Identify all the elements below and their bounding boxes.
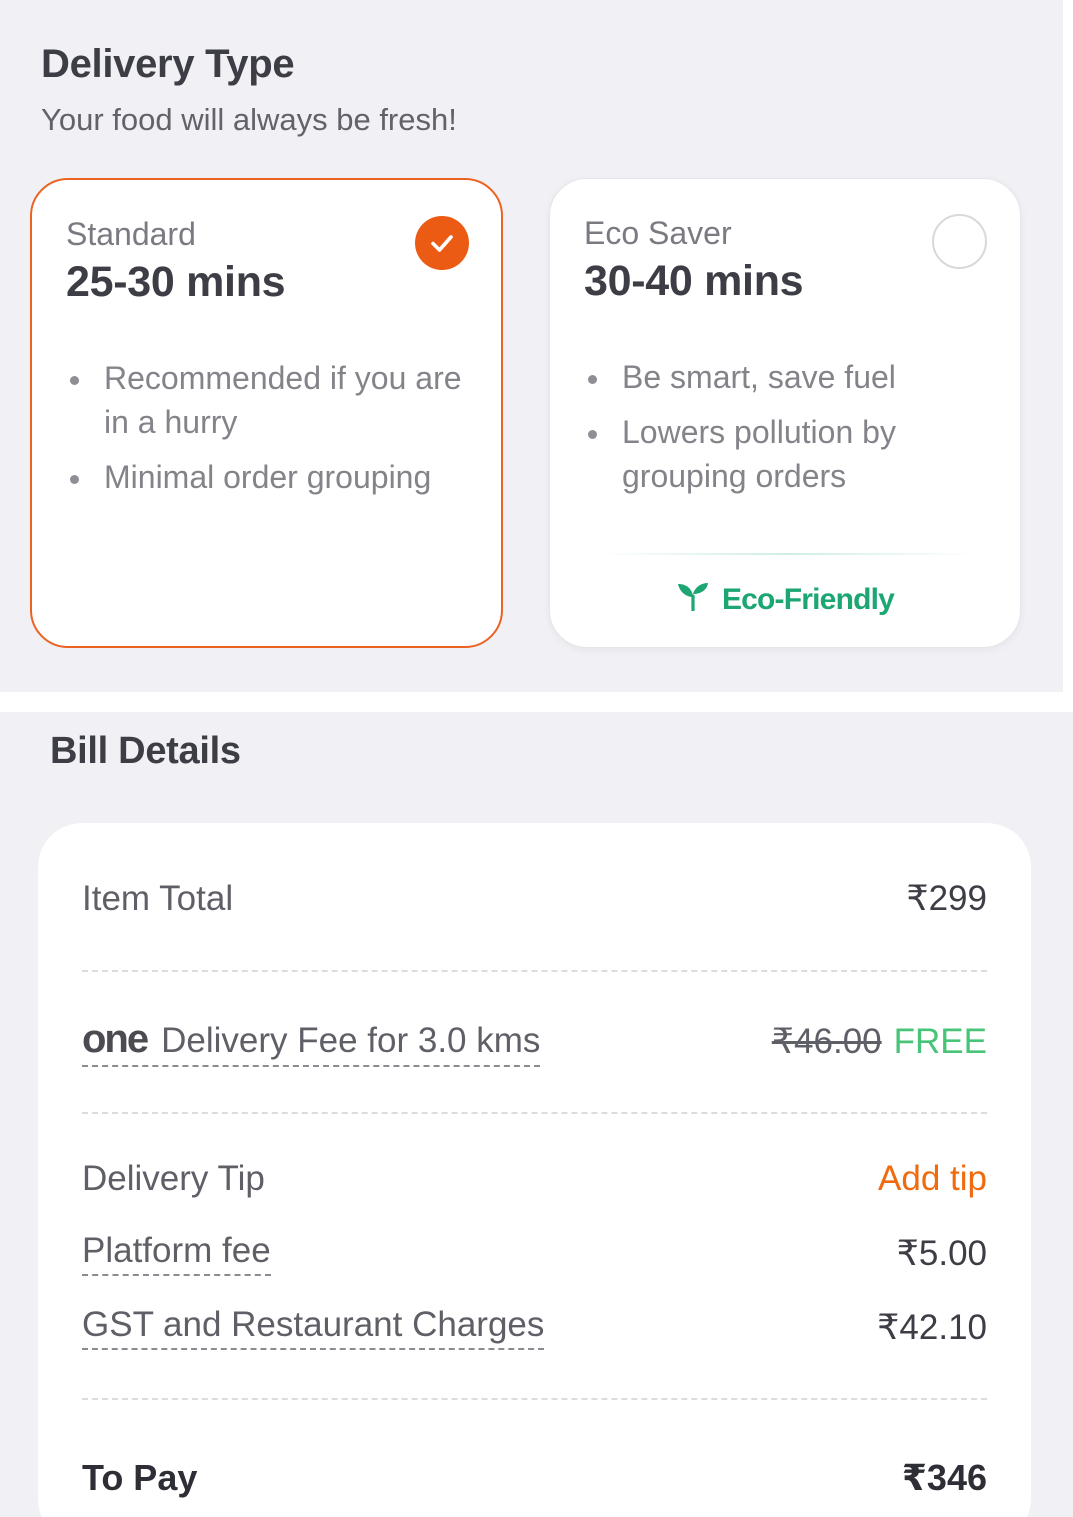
standard-delivery-option[interactable]: Standard 25-30 mins Recommended if you a… [30,178,503,648]
eco-friendly-badge: Eco-Friendly [550,581,1020,619]
bullet-item: Recommended if you are in a hurry [66,356,486,444]
item-total-value: ₹299 [906,879,987,918]
delivery-tip-label: Delivery Tip [82,1159,265,1198]
option-name: Eco Saver [584,215,732,251]
eco-saver-delivery-option[interactable]: Eco Saver 30-40 mins Be smart, save fuel… [549,178,1021,648]
delivery-type-title: Delivery Type [41,42,295,86]
item-total-label: Item Total [82,879,234,918]
one-membership-logo: one [82,1017,149,1061]
platform-fee-row: Platform fee ₹5.00 [82,1231,987,1276]
bullet-item: Be smart, save fuel [584,355,1004,399]
gst-row: GST and Restaurant Charges ₹42.10 [82,1305,987,1350]
delivery-fee-original: ₹46.00 [771,1022,882,1061]
eco-friendly-label: Eco-Friendly [721,583,895,616]
delivery-type-subtitle: Your food will always be fresh! [41,102,457,137]
delivery-type-section: Delivery Type Your food will always be f… [0,0,1063,692]
divider [82,1398,987,1400]
to-pay-label: To Pay [82,1457,198,1498]
to-pay-value: ₹346 [901,1457,987,1498]
delivery-fee-label: Delivery Fee for 3.0 kms [161,1021,541,1060]
add-tip-button[interactable]: Add tip [878,1159,987,1199]
divider [82,1112,987,1114]
delivery-tip-row: Delivery Tip Add tip [82,1159,987,1199]
item-total-row: Item Total ₹299 [82,879,987,919]
delivery-fee-values: ₹46.00 FREE [772,1022,987,1062]
sprout-icon [676,581,710,619]
option-name: Standard [66,216,196,252]
divider [600,553,975,555]
delivery-fee-row: one Delivery Fee for 3.0 kms ₹46.00 FREE [82,1017,987,1067]
divider [82,970,987,972]
bill-details-title: Bill Details [50,730,241,772]
option-bullets: Be smart, save fuel Lowers pollution by … [584,355,1004,509]
gst-value: ₹42.10 [877,1307,987,1347]
bullet-item: Minimal order grouping [66,455,486,499]
to-pay-row: To Pay ₹346 [82,1457,987,1499]
bill-card: Item Total ₹299 one Delivery Fee for 3.0 … [38,823,1031,1517]
option-time: 25-30 mins [66,258,286,306]
bullet-item: Lowers pollution by grouping orders [584,410,1004,498]
gst-label[interactable]: GST and Restaurant Charges [82,1305,545,1350]
delivery-fee-info[interactable]: one Delivery Fee for 3.0 kms [82,1017,541,1067]
option-bullets: Recommended if you are in a hurry Minima… [66,356,486,510]
option-time: 30-40 mins [584,257,804,305]
delivery-fee-free: FREE [893,1022,987,1061]
radio-unselected-icon[interactable] [932,214,987,269]
platform-fee-label[interactable]: Platform fee [82,1231,271,1276]
checkmark-icon[interactable] [415,216,469,270]
platform-fee-value: ₹5.00 [896,1233,987,1273]
